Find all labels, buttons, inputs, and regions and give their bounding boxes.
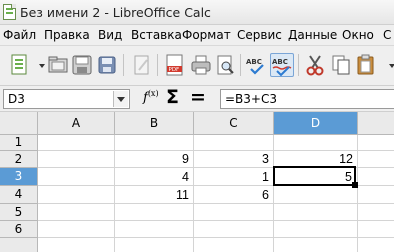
cell-c7[interactable]: [194, 238, 274, 252]
menu-view[interactable]: Вид: [98, 28, 122, 42]
toolbar-separator: [123, 54, 124, 76]
new-document-icon[interactable]: [8, 53, 32, 77]
menu-data[interactable]: Данные: [288, 28, 337, 42]
cell-e1[interactable]: [358, 135, 394, 151]
cell-e2[interactable]: [358, 151, 394, 168]
cell-c6[interactable]: [194, 221, 274, 238]
name-box-value: D3: [8, 92, 25, 106]
menu-help[interactable]: С: [383, 28, 391, 42]
cell-c1[interactable]: [194, 135, 274, 151]
cut-icon[interactable]: [303, 53, 327, 77]
formula-text: =B3+C3: [225, 92, 277, 106]
cell-a3[interactable]: [38, 168, 115, 186]
cell-b3[interactable]: 4: [115, 168, 194, 186]
cell-e7[interactable]: [358, 238, 394, 252]
cell-b4[interactable]: 11: [115, 186, 194, 204]
cell-a2[interactable]: [38, 151, 115, 168]
name-box[interactable]: D3: [3, 89, 130, 109]
formula-bar: D3 f(x) Σ = =B3+C3: [0, 86, 394, 112]
column-header-d[interactable]: D: [274, 112, 358, 135]
menu-edit[interactable]: Правка: [44, 28, 90, 42]
new-dropdown-chevron-icon[interactable]: [30, 53, 45, 77]
save-icon[interactable]: [70, 53, 94, 77]
open-folder-icon[interactable]: [46, 53, 70, 77]
paste-icon[interactable]: [354, 53, 378, 77]
toolbar-separator: [157, 54, 158, 76]
calc-app-icon: [3, 4, 16, 20]
export-pdf-icon[interactable]: PDF: [163, 53, 187, 77]
cell-e3[interactable]: [358, 168, 394, 186]
row-header-4[interactable]: 4: [0, 186, 38, 204]
cell-c4[interactable]: 6: [194, 186, 274, 204]
cell-e6[interactable]: [358, 221, 394, 238]
name-box-dropdown-icon[interactable]: [113, 91, 128, 107]
autofill-handle[interactable]: [352, 182, 358, 188]
menu-format[interactable]: Формат: [182, 28, 231, 42]
svg-text:ABC: ABC: [246, 58, 262, 66]
row-header-1[interactable]: 1: [0, 135, 38, 151]
cell-d1[interactable]: [274, 135, 358, 151]
spreadsheet-grid[interactable]: A B C D 1 2 3 4 5 6 9 3 12 4 1 5 11 6: [0, 112, 394, 252]
cell-c2[interactable]: 3: [194, 151, 274, 168]
autospellcheck-icon[interactable]: ABC: [270, 53, 294, 77]
svg-text:PDF: PDF: [169, 67, 180, 73]
cell-a7[interactable]: [38, 238, 115, 252]
cell-b1[interactable]: [115, 135, 194, 151]
title-bar: Без имени 2 - LibreOffice Calc: [0, 0, 394, 25]
cell-c3[interactable]: 1: [194, 168, 274, 186]
menu-window[interactable]: Окно: [342, 28, 374, 42]
function-equals-icon[interactable]: =: [190, 86, 206, 108]
svg-text:ABC: ABC: [272, 58, 288, 66]
menu-insert[interactable]: Вставка: [131, 28, 182, 42]
sum-icon[interactable]: Σ: [166, 86, 179, 108]
cell-a5[interactable]: [38, 204, 115, 221]
row-header-7[interactable]: [0, 238, 38, 252]
cell-e5[interactable]: [358, 204, 394, 221]
save-as-icon[interactable]: [95, 53, 119, 77]
menu-file[interactable]: Файл: [3, 28, 36, 42]
cell-b5[interactable]: [115, 204, 194, 221]
cell-b7[interactable]: [115, 238, 194, 252]
menu-tools[interactable]: Сервис: [237, 28, 282, 42]
cell-d4[interactable]: [274, 186, 358, 204]
paste-dropdown-chevron-icon[interactable]: [380, 53, 394, 77]
spellcheck-icon[interactable]: ABC: [245, 53, 269, 77]
cell-d7[interactable]: [274, 238, 358, 252]
cell-b2[interactable]: 9: [115, 151, 194, 168]
cell-b6[interactable]: [115, 221, 194, 238]
cell-e4[interactable]: [358, 186, 394, 204]
cell-d3[interactable]: 5: [274, 168, 358, 186]
menu-bar: Файл Правка Вид Вставка Формат Сервис Да…: [0, 25, 394, 46]
toolbar-separator: [298, 54, 299, 76]
cell-a4[interactable]: [38, 186, 115, 204]
copy-icon[interactable]: [329, 53, 353, 77]
cell-d2[interactable]: 12: [274, 151, 358, 168]
cell-c5[interactable]: [194, 204, 274, 221]
standard-toolbar: PDF ABC ABC: [0, 46, 394, 86]
cell-d5[interactable]: [274, 204, 358, 221]
print-preview-icon[interactable]: [213, 53, 237, 77]
cell-a1[interactable]: [38, 135, 115, 151]
print-icon[interactable]: [189, 53, 213, 77]
row-header-6[interactable]: 6: [0, 221, 38, 238]
row-header-3[interactable]: 3: [0, 168, 38, 186]
row-header-5[interactable]: 5: [0, 204, 38, 221]
row-header-2[interactable]: 2: [0, 151, 38, 168]
formula-input[interactable]: =B3+C3: [220, 89, 394, 109]
edit-file-icon[interactable]: [130, 53, 154, 77]
select-all-corner[interactable]: [0, 112, 38, 135]
cell-d6[interactable]: [274, 221, 358, 238]
cell-a6[interactable]: [38, 221, 115, 238]
window-title: Без имени 2 - LibreOffice Calc: [20, 5, 211, 20]
function-wizard-icon[interactable]: f(x): [143, 89, 159, 105]
column-header-a[interactable]: A: [38, 112, 115, 135]
column-header-c[interactable]: C: [194, 112, 274, 135]
column-header-e[interactable]: [358, 112, 394, 135]
toolbar-separator: [240, 54, 241, 76]
column-header-b[interactable]: B: [115, 112, 194, 135]
